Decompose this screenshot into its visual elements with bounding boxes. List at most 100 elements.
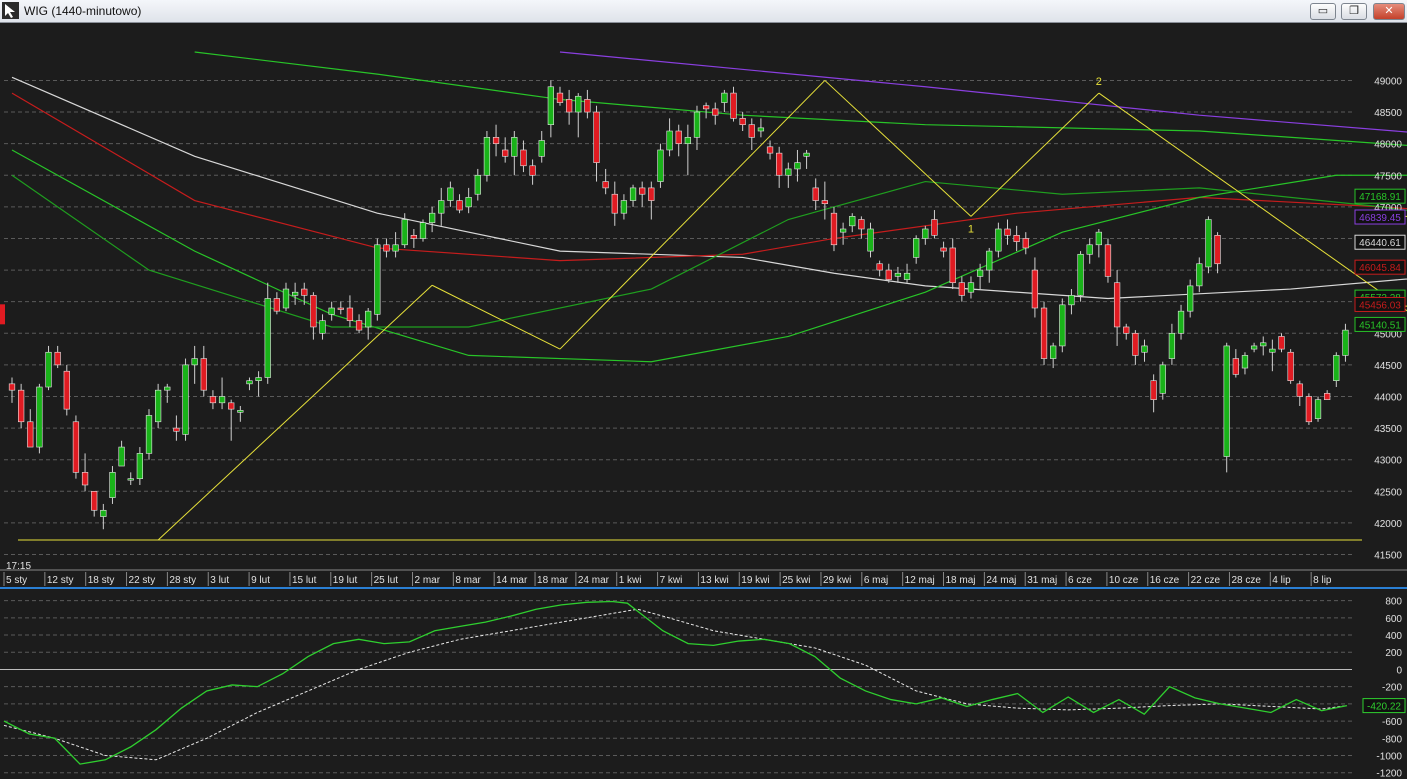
candle-body <box>1095 231 1102 246</box>
candle-body <box>502 149 509 157</box>
candle-body <box>1187 285 1194 312</box>
candle-body <box>520 149 527 167</box>
candle-body <box>1077 253 1084 296</box>
candle-body <box>675 130 682 144</box>
price-chart[interactable]: 1234abc? 4150042000425004300043500440004… <box>0 22 1407 779</box>
candle-body <box>100 509 107 517</box>
candle-body <box>648 187 655 201</box>
price-grid <box>0 79 1407 589</box>
candle-body <box>1059 304 1066 347</box>
candle-body <box>273 298 280 312</box>
price-label-text: 45140.51 <box>1359 320 1401 331</box>
restore-button[interactable]: ❐ <box>1341 3 1367 20</box>
date-x-axis: 17:15 5 sty 12 sty 18 sty 22 sty 28 sty 3 lut 9… <box>3 561 1332 586</box>
price-label-text: 46045.84 <box>1359 263 1401 274</box>
candle-body <box>1013 235 1020 242</box>
candle-body <box>1278 336 1285 350</box>
x-tick-label: 4 lip <box>1272 575 1291 586</box>
left-price-marker <box>0 304 5 325</box>
candle-body <box>931 219 938 236</box>
candle-body <box>547 86 554 125</box>
candle-body <box>346 307 354 321</box>
x-tick-label: 25 kwi <box>782 575 810 586</box>
candle-body <box>849 216 856 227</box>
minimize-button[interactable]: ▭ <box>1310 3 1336 20</box>
candle-body <box>1068 295 1075 306</box>
title-bar[interactable]: WIG (1440-minutowo) ▭ ❐ ✕ <box>0 0 1407 23</box>
price-tick-label: 48000 <box>1374 140 1402 151</box>
osc-tick-label: -1200 <box>1376 769 1402 779</box>
candle-body <box>173 427 180 432</box>
candle-body <box>794 162 801 170</box>
candle-body <box>1104 244 1112 277</box>
candle-body <box>447 187 454 201</box>
candle-body <box>1250 345 1258 350</box>
x-tick-label: 28 sty <box>169 575 196 586</box>
x-tick-label: 22 cze <box>1191 575 1221 586</box>
wave-segment <box>824 80 972 217</box>
candle-body <box>620 200 628 214</box>
candle-body <box>602 181 609 189</box>
candle-body <box>392 244 399 252</box>
x-tick-label: 24 maj <box>986 575 1016 586</box>
wave-label: 1 <box>968 223 974 235</box>
candle-body <box>876 263 883 271</box>
candle-body <box>1223 345 1230 457</box>
candle-body <box>1141 345 1148 353</box>
candle-body <box>209 396 217 404</box>
x-tick-label: 24 mar <box>578 575 610 586</box>
x-tick-label: 7 kwi <box>660 575 683 586</box>
candle-body <box>319 320 326 334</box>
close-button[interactable]: ✕ <box>1373 3 1405 20</box>
x-tick-label: 8 mar <box>455 575 481 586</box>
candle-body <box>1031 269 1039 309</box>
candle-body <box>383 244 390 252</box>
osc-tick-label: 200 <box>1385 648 1402 659</box>
x-tick-label: 29 kwi <box>823 575 851 586</box>
candle-body <box>164 386 171 391</box>
candle-body <box>593 111 600 163</box>
candle-body <box>218 396 226 404</box>
osc-tick-label: -800 <box>1382 734 1402 745</box>
x-tick-label: 2 mar <box>414 575 440 586</box>
price-label-text: 45456.03 <box>1359 300 1401 311</box>
candle-body <box>903 272 911 280</box>
x-tick-label: 19 kwi <box>741 575 769 586</box>
osc-tick-label: 600 <box>1385 614 1402 625</box>
candle-body <box>1333 355 1340 381</box>
candle-body <box>812 187 819 201</box>
osc-tick-label: 800 <box>1385 597 1402 608</box>
app-cursor-icon <box>2 2 19 19</box>
candle-body <box>27 421 34 448</box>
candle-body <box>776 152 783 176</box>
price-tick-label: 44000 <box>1374 392 1402 403</box>
candle-body <box>1159 364 1166 394</box>
candle-body <box>118 446 125 467</box>
wave-segment <box>431 284 561 350</box>
candle-body <box>109 472 116 498</box>
x-tick-label: 10 cze <box>1109 575 1139 586</box>
osc-tick-label: -200 <box>1382 683 1402 694</box>
elliott-wave-lines: 1234abc? <box>0 76 1407 541</box>
candle-body <box>757 127 765 132</box>
candle-body <box>556 92 564 103</box>
candle-body <box>995 228 1002 252</box>
x-tick-label: 16 cze <box>1150 575 1180 586</box>
candle-body <box>967 282 975 293</box>
candle-body <box>511 137 518 157</box>
candle-body <box>200 358 207 391</box>
candle-body <box>228 402 235 410</box>
x-tick-label: 8 lip <box>1313 575 1332 586</box>
x-tick-label: 28 cze <box>1231 575 1261 586</box>
candle-body <box>657 149 664 182</box>
candle-body <box>419 222 427 239</box>
candle-body <box>374 244 381 315</box>
osc-signal-line <box>3 608 1347 761</box>
price-tick-label: 42500 <box>1374 487 1402 498</box>
wave-label: 2 <box>1096 76 1102 88</box>
candle-body <box>310 295 317 328</box>
candle-body <box>1314 399 1322 419</box>
candle-body <box>785 168 792 176</box>
window-title: WIG (1440-minutowo) <box>24 4 142 18</box>
candle-body <box>529 165 536 176</box>
